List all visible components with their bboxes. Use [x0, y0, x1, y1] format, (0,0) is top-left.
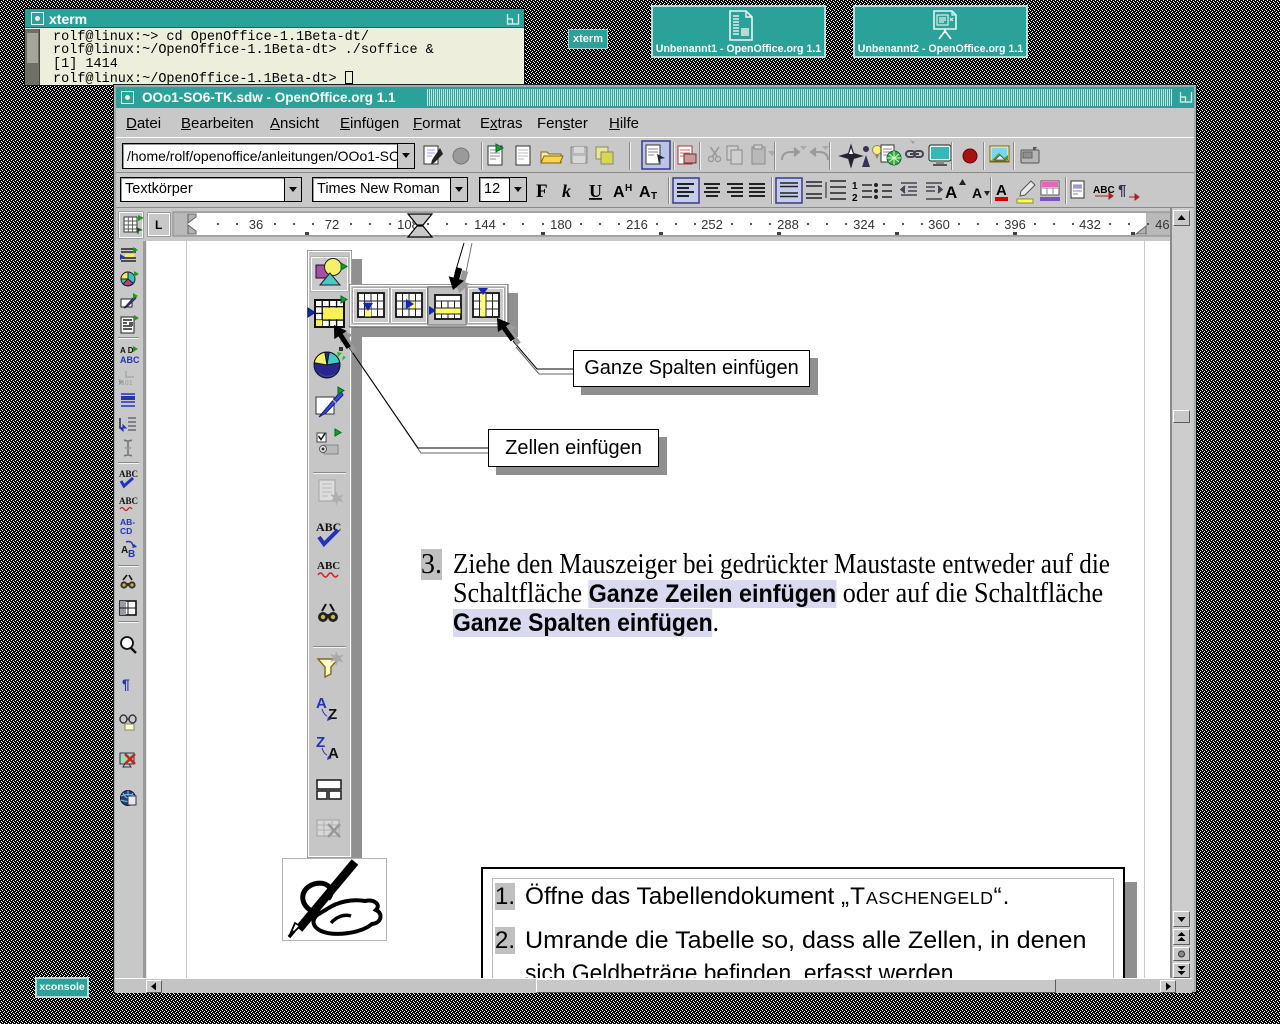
svg-text:ABC: ABC [119, 496, 138, 506]
svg-text:324: 324 [853, 217, 875, 232]
svg-text:396: 396 [1004, 217, 1026, 232]
svg-text:F: F [536, 181, 548, 202]
svg-text:101: 101 [121, 380, 133, 387]
svg-text:288: 288 [777, 217, 799, 232]
svg-text:A: A [972, 185, 982, 201]
svg-text:¶: ¶ [1118, 182, 1126, 199]
svg-text:36: 36 [249, 217, 263, 232]
svg-text:360: 360 [928, 217, 950, 232]
svg-text:T: T [651, 191, 657, 202]
svg-text:A: A [945, 183, 957, 202]
svg-text:A D: A D [120, 346, 134, 355]
svg-text:H: H [625, 183, 632, 194]
svg-text:k: k [562, 181, 571, 201]
svg-text:2: 2 [852, 193, 858, 204]
svg-text:¶: ¶ [122, 676, 130, 692]
svg-text:ABC: ABC [120, 355, 140, 365]
svg-text:216: 216 [626, 217, 648, 232]
svg-text:CD: CD [120, 526, 132, 536]
svg-text:1: 1 [852, 181, 858, 192]
svg-text:432: 432 [1079, 217, 1101, 232]
svg-text:252: 252 [701, 217, 723, 232]
svg-text:144: 144 [474, 217, 496, 232]
svg-text:180: 180 [550, 217, 572, 232]
svg-text:U: U [589, 181, 602, 201]
svg-text:B: B [128, 549, 135, 560]
svg-text:ABC: ABC [119, 469, 138, 479]
svg-text:72: 72 [325, 217, 339, 232]
svg-text:L: L [155, 218, 162, 232]
svg-text:A: A [639, 184, 651, 201]
svg-text:A: A [613, 184, 625, 201]
svg-text:A: A [996, 182, 1007, 199]
